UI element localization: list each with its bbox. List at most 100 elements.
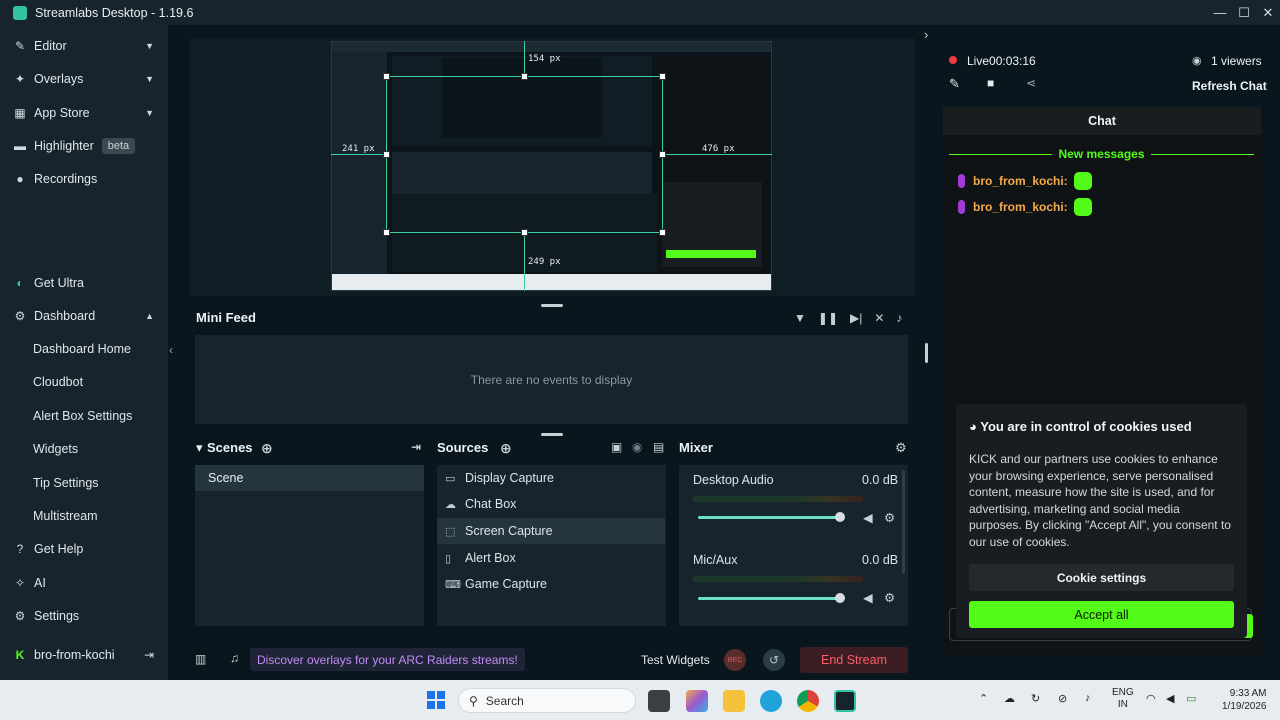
mute-alerts-icon[interactable]: ✕ [874, 311, 884, 325]
sidebar-item-dashboard[interactable]: ⚙ Dashboard ▲ [0, 299, 168, 332]
sidebar-account[interactable]: K bro-from-kochi ⇥ [0, 638, 168, 671]
channel-settings-gear-icon[interactable]: ⚙ [884, 590, 895, 605]
microphone-icon[interactable]: ♪ [1085, 692, 1091, 704]
channel-settings-gear-icon[interactable]: ⚙ [884, 510, 895, 525]
share-icon[interactable]: ⋖ [1026, 76, 1036, 90]
sidebar-item-editor[interactable]: ✎ Editor ▼ [0, 29, 168, 62]
streamlabs-taskbar-icon[interactable] [834, 690, 856, 712]
source-item-alert-box[interactable]: ▯ Alert Box [437, 545, 665, 571]
volume-icon[interactable]: ◀ [1166, 692, 1174, 705]
sidebar-item-overlays[interactable]: ✦ Overlays ▼ [0, 62, 168, 95]
sidebar-item-get-help[interactable]: ? Get Help [0, 532, 168, 565]
add-source-icon[interactable]: ⊕ [500, 440, 512, 457]
taskbar-search[interactable]: ⚲ Search [458, 688, 636, 713]
speaker-icon[interactable]: ◀ [863, 510, 873, 525]
panel-resize-handle[interactable] [925, 343, 928, 363]
collapse-sidebar-icon[interactable]: ‹ [169, 343, 173, 357]
logout-icon[interactable]: ⇥ [144, 648, 154, 662]
filter-icon[interactable]: ▼ [794, 311, 806, 325]
sidebar-item-multistream[interactable]: Multistream [33, 509, 98, 523]
windows-start-icon[interactable] [427, 691, 445, 709]
skip-icon[interactable]: ▶| [850, 311, 862, 325]
mixer-scrollbar[interactable] [902, 470, 905, 574]
clock[interactable]: 9:33 AM 1/19/2026 [1222, 687, 1267, 713]
resize-handle[interactable] [521, 229, 528, 236]
chat-message[interactable]: bro_from_kochi: [958, 198, 1092, 216]
record-button[interactable]: REC [724, 649, 746, 671]
sidebar-item-cloudbot[interactable]: Cloudbot [33, 375, 83, 389]
resize-handle[interactable] [383, 151, 390, 158]
network-off-icon[interactable]: ⊘ [1058, 692, 1067, 705]
onedrive-icon[interactable]: ☁ [1004, 692, 1015, 705]
file-explorer-icon[interactable] [723, 690, 745, 712]
chrome-icon[interactable] [797, 690, 819, 712]
source-group-icon[interactable]: ▣ [611, 440, 622, 454]
add-scene-icon[interactable]: ⊕ [261, 440, 273, 457]
maximize-button[interactable]: ☐ [1232, 0, 1256, 25]
sidebar-item-dashboard-home[interactable]: Dashboard Home [33, 342, 131, 356]
accept-all-button[interactable]: Accept all [969, 601, 1234, 628]
cookie-settings-button[interactable]: Cookie settings [969, 564, 1234, 591]
volume-slider-knob[interactable] [835, 593, 845, 603]
sidebar-item-get-ultra[interactable]: ◐ Get Ultra [0, 266, 168, 299]
mic-badge-icon [958, 200, 965, 214]
source-item-chat-box[interactable]: ☁ Chat Box [437, 491, 665, 517]
mixer-title: Mixer [679, 440, 713, 455]
replay-buffer-icon[interactable]: ↺ [763, 649, 785, 671]
sidebar-item-settings[interactable]: ⚙ Settings [0, 599, 168, 632]
scene-item[interactable]: Scene [195, 465, 424, 491]
wifi-icon[interactable]: ◠ [1146, 692, 1156, 705]
pencil-icon[interactable]: ✎ [949, 76, 960, 92]
mixer-settings-gear-icon[interactable]: ⚙ [895, 440, 907, 456]
performance-stats-icon[interactable]: ▥ [195, 652, 206, 666]
resize-handle[interactable] [383, 229, 390, 236]
sidebar-item-recordings[interactable]: ● Recordings [0, 162, 168, 195]
stream-preview[interactable] [331, 41, 772, 291]
volume-slider-knob[interactable] [835, 512, 845, 522]
language-indicator[interactable]: ENG IN [1112, 687, 1134, 711]
notifications-bell-icon[interactable]: ♫ [230, 651, 239, 665]
source-item-screen-capture[interactable]: ⬚ Screen Capture [437, 518, 665, 544]
sidebar-item-highlighter[interactable]: ▬ Highlighter beta [0, 129, 168, 162]
speaker-icon[interactable]: ◀ [863, 590, 873, 605]
source-folder-icon[interactable]: ▤ [653, 440, 664, 454]
volume-slider-track[interactable] [698, 597, 838, 600]
chat-username[interactable]: bro_from_kochi: [973, 174, 1068, 188]
sidebar-item-tip-settings[interactable]: Tip Settings [33, 476, 99, 490]
volume-icon[interactable]: ♪ [896, 311, 902, 325]
end-stream-button[interactable]: End Stream [800, 647, 908, 673]
copilot-icon[interactable] [686, 690, 708, 712]
source-item-game-capture[interactable]: ⌨ Game Capture [437, 571, 665, 597]
resize-handle[interactable] [659, 229, 666, 236]
sidebar-item-app-store[interactable]: ▦ App Store ▼ [0, 96, 168, 129]
resize-handle[interactable] [659, 73, 666, 80]
resize-handle[interactable] [659, 151, 666, 158]
chat-message[interactable]: bro_from_kochi: [958, 172, 1092, 190]
minimize-button[interactable]: — [1208, 0, 1232, 25]
edge-icon[interactable] [760, 690, 782, 712]
tray-overflow-icon[interactable]: ⌃ [979, 692, 988, 705]
resize-handle[interactable] [383, 73, 390, 80]
source-visibility-icon[interactable]: ◉ [632, 440, 642, 454]
camera-icon[interactable]: ■ [987, 76, 994, 90]
refresh-chat-button[interactable]: Refresh Chat [1192, 79, 1267, 93]
sync-icon[interactable]: ↻ [1031, 692, 1040, 705]
task-view-icon[interactable] [648, 690, 670, 712]
source-item-display-capture[interactable]: ▭ Display Capture [437, 465, 665, 491]
pause-icon[interactable]: ❚❚ [818, 311, 838, 325]
panel-resize-handle[interactable] [541, 433, 563, 436]
test-widgets-button[interactable]: Test Widgets [641, 653, 710, 667]
scene-transitions-icon[interactable]: ⇥ [411, 440, 421, 454]
resize-handle[interactable] [521, 73, 528, 80]
chevron-right-icon[interactable]: › [924, 27, 928, 42]
scenes-collapse-icon[interactable]: ▾ [196, 440, 203, 456]
volume-slider-track[interactable] [698, 516, 838, 519]
sidebar-item-ai[interactable]: ✧ AI [0, 566, 168, 599]
chat-username[interactable]: bro_from_kochi: [973, 200, 1068, 214]
sidebar-item-alert-box-settings[interactable]: Alert Box Settings [33, 409, 132, 423]
sidebar-item-widgets[interactable]: Widgets [33, 442, 78, 456]
discover-overlays-banner[interactable]: Discover overlays for your ARC Raiders s… [250, 648, 525, 671]
battery-icon[interactable]: ▭ [1186, 692, 1196, 705]
panel-resize-handle[interactable] [541, 304, 563, 307]
close-button[interactable]: ✕ [1256, 0, 1280, 25]
